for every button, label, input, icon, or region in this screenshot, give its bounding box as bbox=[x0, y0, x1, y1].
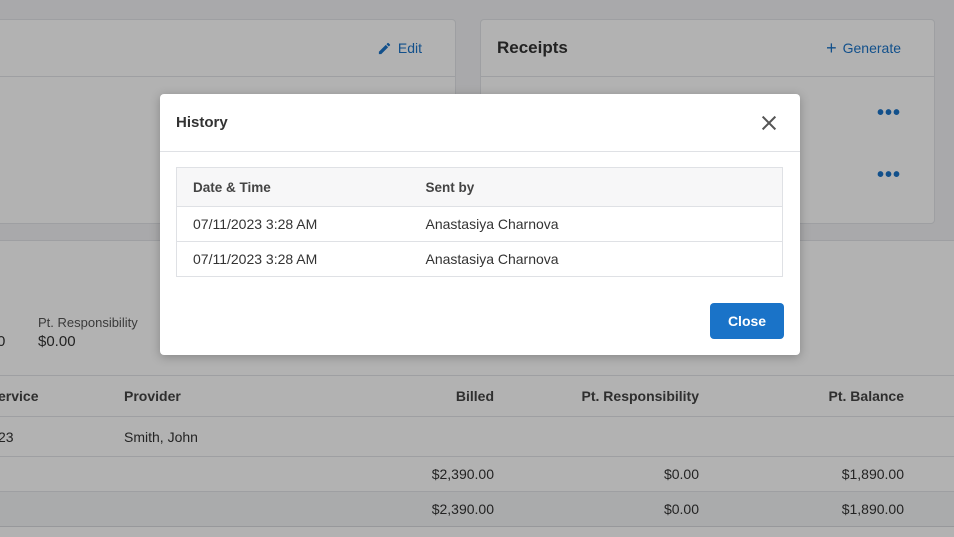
col-header-date-time: Date & Time bbox=[176, 167, 410, 207]
history-header-row: Date & Time Sent by bbox=[176, 167, 783, 207]
cell-date-time: 07/11/2023 3:28 AM bbox=[176, 206, 410, 242]
cell-sent-by: Anastasiya Charnova bbox=[409, 206, 783, 242]
cell-date-time: 07/11/2023 3:28 AM bbox=[193, 251, 318, 267]
table-row: 07/11/2023 3:28 AM Anastasiya Charnova bbox=[177, 242, 783, 277]
col-header-sent-by: Sent by bbox=[409, 167, 783, 207]
table-row: 07/11/2023 3:28 AM Anastasiya Charnova bbox=[176, 206, 783, 242]
close-button[interactable]: Close bbox=[710, 303, 784, 339]
close-icon[interactable] bbox=[757, 111, 781, 135]
history-table: Date & Time Sent by 07/11/2023 3:28 AM A… bbox=[176, 167, 783, 277]
cell-sent-by: Anastasiya Charnova bbox=[425, 251, 559, 267]
history-dialog: History Date & Time Sent by 07/11/2023 3… bbox=[160, 94, 800, 355]
dialog-title: History bbox=[176, 114, 228, 131]
